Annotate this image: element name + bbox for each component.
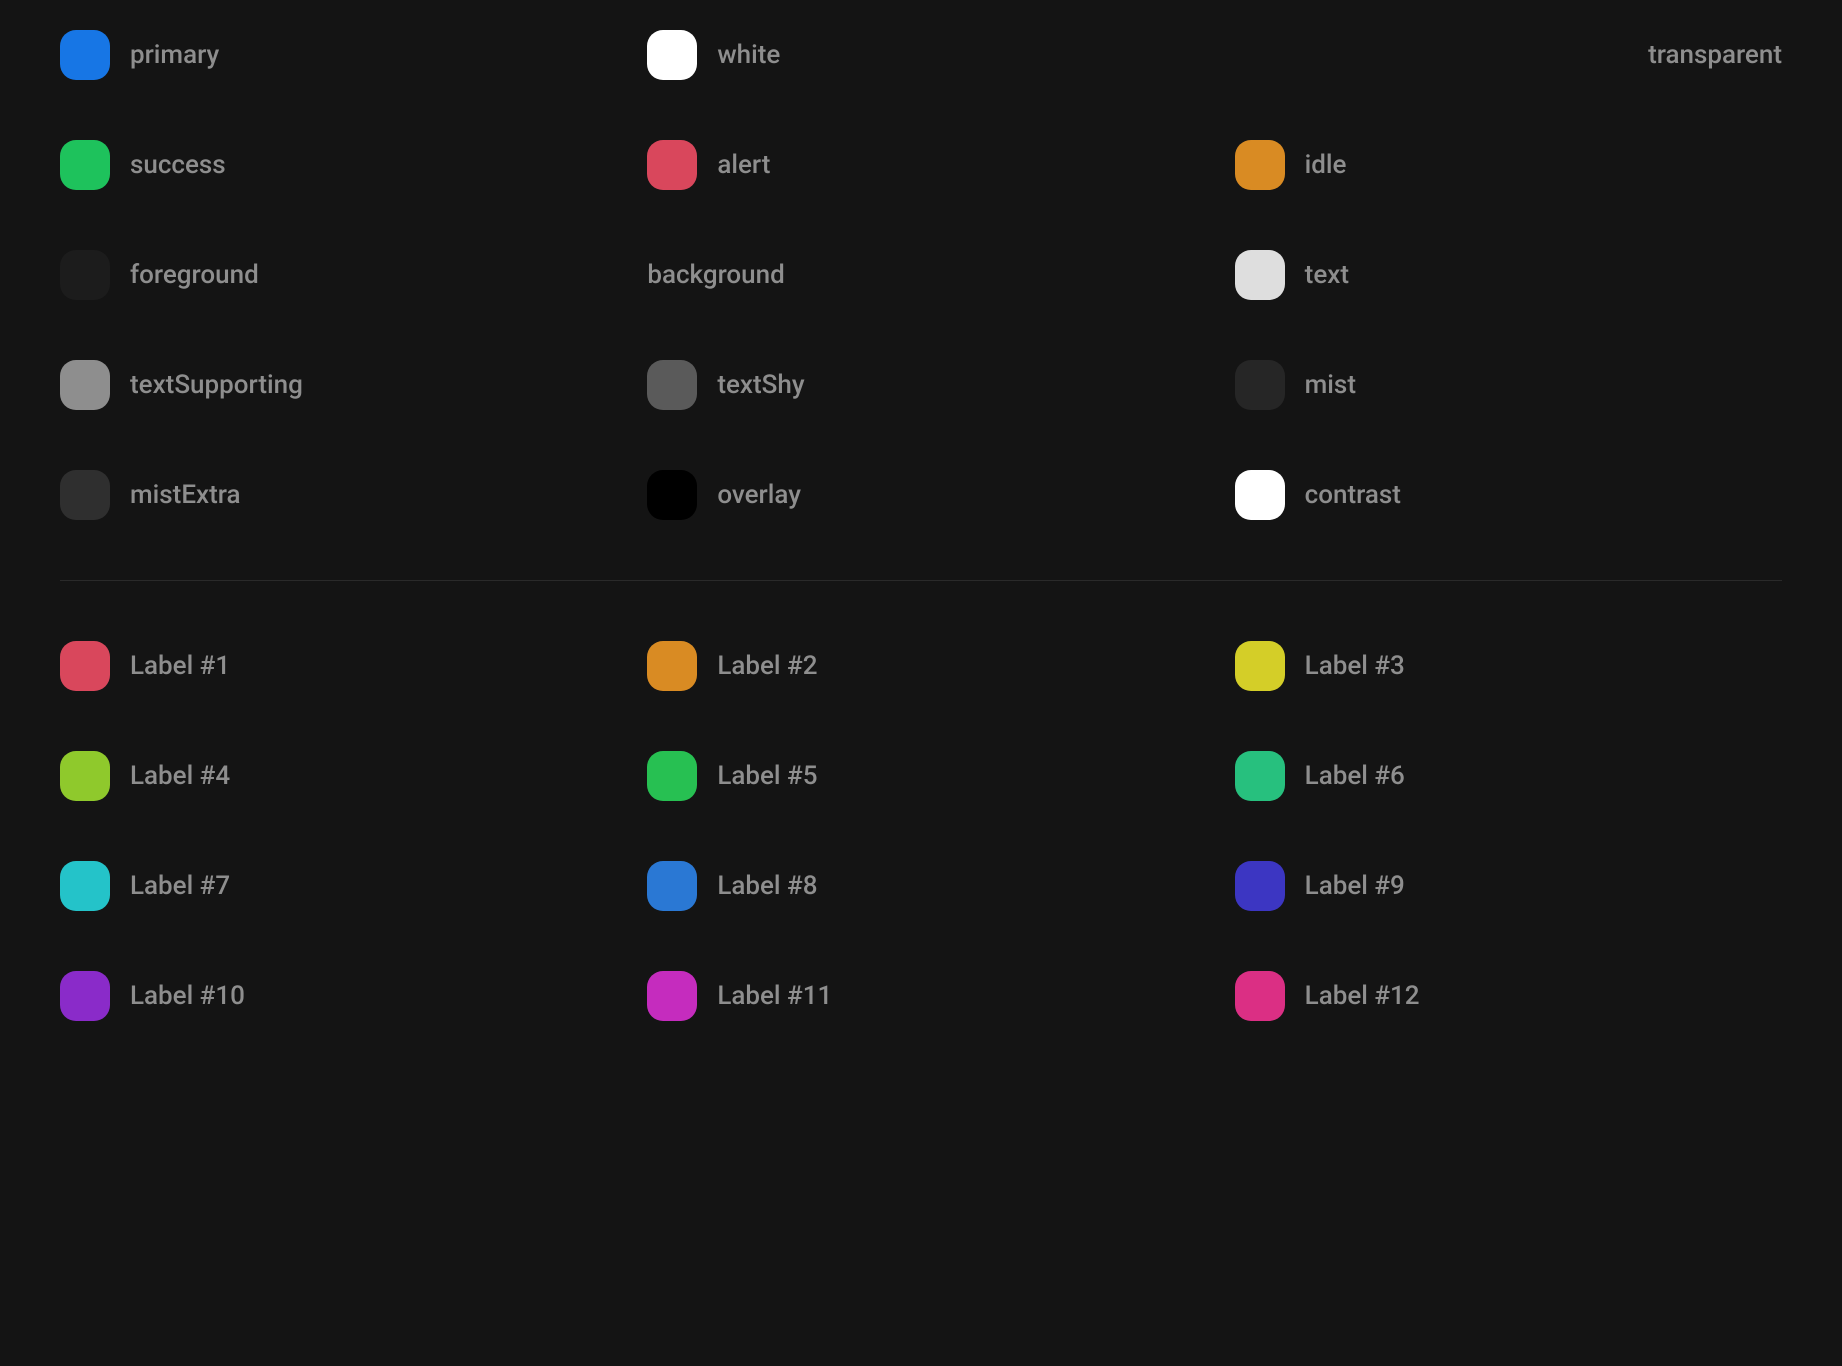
- label-color-item[interactable]: Label #4: [60, 751, 607, 801]
- system-color-label: primary: [130, 40, 219, 70]
- label-color-label: Label #3: [1305, 651, 1405, 681]
- label-color-swatch: [1235, 971, 1285, 1021]
- system-color-swatch: [647, 140, 697, 190]
- system-color-label: white: [717, 40, 780, 70]
- label-color-label: Label #11: [717, 981, 832, 1011]
- label-color-item[interactable]: Label #1: [60, 641, 607, 691]
- label-color-item[interactable]: Label #2: [647, 641, 1194, 691]
- system-color-label: transparent: [1648, 40, 1782, 70]
- label-color-item[interactable]: Label #7: [60, 861, 607, 911]
- system-color-item[interactable]: textShy: [647, 360, 1194, 410]
- system-color-item[interactable]: transparent: [1235, 30, 1782, 80]
- system-color-swatch: [1235, 250, 1285, 300]
- system-color-item[interactable]: mist: [1235, 360, 1782, 410]
- system-color-item[interactable]: white: [647, 30, 1194, 80]
- system-color-label: background: [647, 260, 784, 290]
- label-color-label: Label #8: [717, 871, 817, 901]
- label-color-item[interactable]: Label #3: [1235, 641, 1782, 691]
- system-color-label: mist: [1305, 370, 1356, 400]
- system-color-swatch: [60, 470, 110, 520]
- label-color-label: Label #2: [717, 651, 817, 681]
- label-color-swatch: [60, 861, 110, 911]
- label-color-label: Label #10: [130, 981, 245, 1011]
- system-color-item[interactable]: primary: [60, 30, 607, 80]
- system-color-item[interactable]: overlay: [647, 470, 1194, 520]
- system-color-label: alert: [717, 150, 770, 180]
- label-color-swatch: [1235, 641, 1285, 691]
- system-color-item[interactable]: idle: [1235, 140, 1782, 190]
- system-color-swatch: [647, 360, 697, 410]
- label-color-swatch: [647, 861, 697, 911]
- system-color-swatch: [60, 250, 110, 300]
- system-color-item[interactable]: mistExtra: [60, 470, 607, 520]
- system-color-swatch: [1235, 140, 1285, 190]
- system-color-swatch: [60, 30, 110, 80]
- system-color-label: overlay: [717, 480, 801, 510]
- label-color-item[interactable]: Label #8: [647, 861, 1194, 911]
- label-color-item[interactable]: Label #6: [1235, 751, 1782, 801]
- label-color-label: Label #12: [1305, 981, 1420, 1011]
- label-color-item[interactable]: Label #10: [60, 971, 607, 1021]
- system-color-label: contrast: [1305, 480, 1401, 510]
- system-color-label: foreground: [130, 260, 259, 290]
- system-color-swatch: [60, 140, 110, 190]
- label-color-label: Label #6: [1305, 761, 1405, 791]
- system-color-item[interactable]: text: [1235, 250, 1782, 300]
- label-color-swatch: [647, 641, 697, 691]
- system-color-item[interactable]: foreground: [60, 250, 607, 300]
- label-color-swatch: [1235, 861, 1285, 911]
- system-color-swatch: [1235, 470, 1285, 520]
- label-colors-grid: Label #1 Label #2 Label #3 Label #4 Label #5…: [60, 641, 1782, 1021]
- label-color-item[interactable]: Label #12: [1235, 971, 1782, 1021]
- system-color-swatch: [647, 30, 697, 80]
- label-color-label: Label #4: [130, 761, 230, 791]
- system-color-label: idle: [1305, 150, 1347, 180]
- label-color-swatch: [647, 751, 697, 801]
- system-color-label: text: [1305, 260, 1349, 290]
- system-color-label: textShy: [717, 370, 804, 400]
- system-color-label: success: [130, 150, 226, 180]
- system-color-item[interactable]: success: [60, 140, 607, 190]
- label-color-label: Label #9: [1305, 871, 1405, 901]
- system-color-item[interactable]: alert: [647, 140, 1194, 190]
- label-color-swatch: [1235, 751, 1285, 801]
- system-colors-grid: primary white transparent success alert idle f…: [60, 30, 1782, 520]
- section-divider: [60, 580, 1782, 581]
- system-color-item[interactable]: contrast: [1235, 470, 1782, 520]
- system-color-label: textSupporting: [130, 370, 303, 400]
- label-color-swatch: [60, 641, 110, 691]
- system-color-swatch: [60, 360, 110, 410]
- system-color-item[interactable]: background: [647, 250, 1194, 300]
- label-color-label: Label #1: [130, 651, 230, 681]
- label-color-label: Label #5: [717, 761, 817, 791]
- label-color-swatch: [647, 971, 697, 1021]
- label-color-item[interactable]: Label #5: [647, 751, 1194, 801]
- system-color-swatch: [1235, 360, 1285, 410]
- system-color-swatch: [647, 470, 697, 520]
- label-color-item[interactable]: Label #9: [1235, 861, 1782, 911]
- label-color-swatch: [60, 751, 110, 801]
- label-color-item[interactable]: Label #11: [647, 971, 1194, 1021]
- system-color-label: mistExtra: [130, 480, 240, 510]
- system-color-item[interactable]: textSupporting: [60, 360, 607, 410]
- label-color-label: Label #7: [130, 871, 230, 901]
- label-color-swatch: [60, 971, 110, 1021]
